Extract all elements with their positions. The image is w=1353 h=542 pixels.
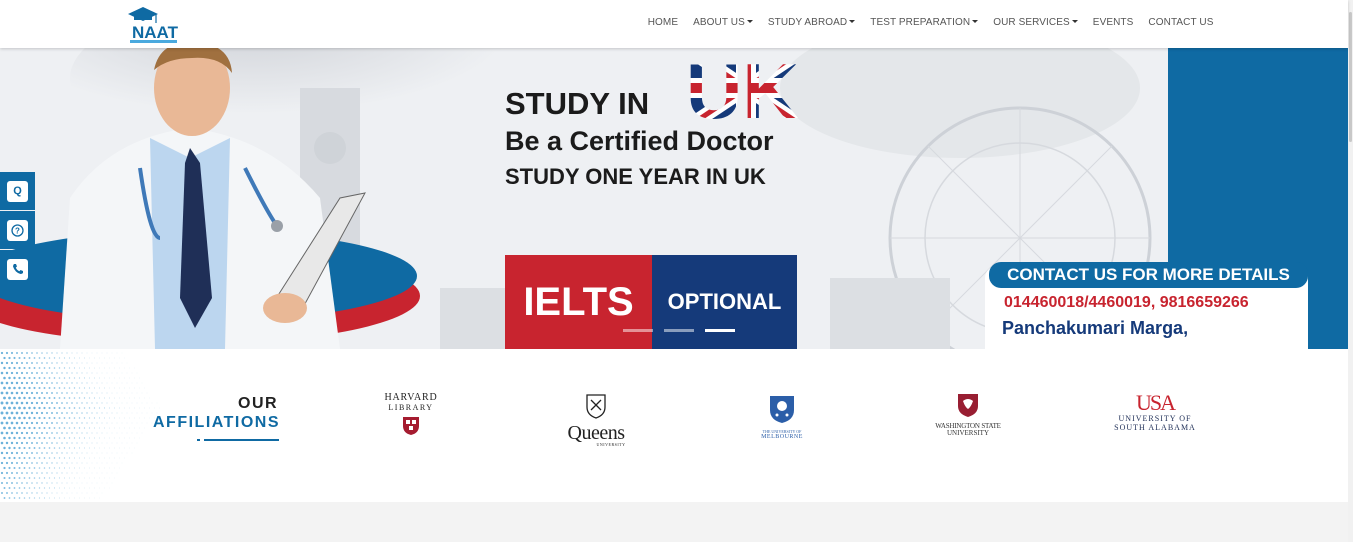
q-icon-glyph: Q <box>13 185 22 197</box>
logo-text: NAAT <box>132 23 179 42</box>
nav-our-services-label: OUR SERVICES <box>993 17 1070 28</box>
nav-home-label: HOME <box>647 17 679 28</box>
harvard-library-logo[interactable]: HARVARD LIBRARY <box>372 392 450 441</box>
caret-down-icon <box>746 20 753 23</box>
help-circle-icon: ? <box>7 219 28 241</box>
footer-strip <box>0 502 1353 542</box>
side-tools: Q ? <box>0 172 35 289</box>
queens-crest-icon <box>586 394 606 419</box>
svg-text:?: ? <box>15 226 20 235</box>
wsu-subname: UNIVERSITY <box>947 429 989 437</box>
nav-our-services[interactable]: OUR SERVICES <box>986 17 1086 28</box>
hero-line-1: STUDY IN <box>505 86 650 121</box>
carousel-indicator-active[interactable] <box>705 329 735 332</box>
usa-name: UNIVERSITY OF <box>1118 414 1192 423</box>
naat-logo[interactable]: NAAT <box>125 5 181 45</box>
affiliations-heading-bottom: AFFILIATIONS <box>153 414 281 431</box>
nav-contact-us-label: CONTACT US <box>1148 17 1214 28</box>
nav-test-preparation[interactable]: TEST PREPARATION <box>863 17 986 28</box>
hero-line-2: Be a Certified Doctor <box>505 126 774 156</box>
nav-events[interactable]: EVENTS <box>1085 17 1141 28</box>
contact-card-title: CONTACT US FOR MORE DETAILS <box>989 262 1308 288</box>
nav-events-label: EVENTS <box>1092 17 1134 28</box>
navbar: NAAT HOME ABOUT US STUDY ABROAD TEST PRE… <box>0 0 1348 48</box>
nav-study-abroad[interactable]: STUDY ABROAD <box>760 17 862 28</box>
caret-down-icon <box>1071 20 1078 23</box>
usa-subname: SOUTH ALABAMA <box>1114 423 1196 432</box>
carousel-indicators <box>623 329 735 332</box>
dot-pattern-decoration <box>0 351 160 499</box>
harvard-name: HARVARD <box>384 392 438 403</box>
ielts-badge: IELTS <box>505 255 652 349</box>
optional-badge: OPTIONAL <box>652 255 797 349</box>
affiliations-heading-top: OUR <box>238 395 279 412</box>
nav-home[interactable]: HOME <box>640 17 685 28</box>
phone-icon <box>7 258 28 280</box>
melbourne-subname: MELBOURNE <box>761 434 803 440</box>
page-scrollbar[interactable] <box>1348 0 1353 542</box>
washington-state-university-logo[interactable]: WASHINGTON STATE UNIVERSITY <box>920 393 1016 437</box>
hero-line-3: STUDY ONE YEAR IN UK <box>505 164 766 189</box>
scrollbar-thumb[interactable] <box>1349 12 1352 142</box>
carousel-indicator[interactable] <box>664 329 694 332</box>
caret-down-icon <box>849 20 856 23</box>
nav-menu: HOME ABOUT US STUDY ABROAD TEST PREPARAT… <box>640 17 1221 28</box>
heading-underline-dot <box>197 439 200 441</box>
q-icon: Q <box>7 180 28 202</box>
university-of-melbourne-logo[interactable]: THE UNIVERSITY OF MELBOURNE <box>752 394 812 441</box>
nav-about-us-label: ABOUT US <box>693 17 745 28</box>
contact-card-address: Panchakumari Marga, <box>1002 318 1189 338</box>
affiliations-section: OUR AFFILIATIONS HARVARD LIBRARY Queens … <box>0 349 1348 502</box>
side-help-button[interactable]: ? <box>0 211 35 249</box>
hero-headline: STUDY IN Be a Certified Doctor STUDY ONE… <box>505 86 774 194</box>
harvard-subname: LIBRARY <box>388 403 434 412</box>
side-phone-button[interactable] <box>0 250 35 288</box>
side-quote-button[interactable]: Q <box>0 172 35 210</box>
usa-mark: USA <box>1135 390 1176 415</box>
melbourne-crest-icon <box>770 396 794 423</box>
harvard-shield-icon <box>403 417 419 435</box>
nav-contact-us[interactable]: CONTACT US <box>1141 17 1221 28</box>
caret-down-icon <box>972 20 979 23</box>
page: NAAT HOME ABOUT US STUDY ABROAD TEST PRE… <box>0 0 1353 542</box>
queens-university-logo[interactable]: Queens UNIVERSITY <box>556 393 636 447</box>
nav-test-preparation-label: TEST PREPARATION <box>870 17 971 28</box>
queens-name: Queens <box>567 422 625 444</box>
nav-study-abroad-label: STUDY ABROAD <box>767 17 848 28</box>
wsu-shield-icon <box>958 394 978 417</box>
carousel-indicator[interactable] <box>623 329 653 332</box>
contact-card-phone: 014460018/4460019, 9816659266 <box>1004 294 1249 311</box>
heading-underline <box>204 439 279 441</box>
nav-about-us[interactable]: ABOUT US <box>686 17 761 28</box>
university-of-south-alabama-logo[interactable]: USA UNIVERSITY OF SOUTH ALABAMA <box>1104 390 1206 433</box>
hero-slider[interactable]: UK STUDY IN Be a Certified Doctor STUDY … <box>0 48 1348 349</box>
